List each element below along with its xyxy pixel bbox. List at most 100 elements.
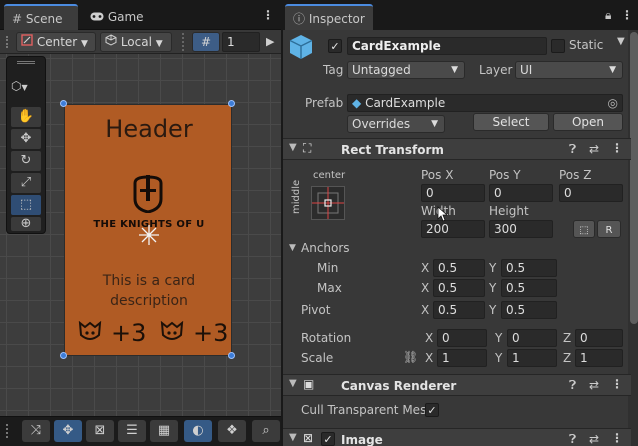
rotation-z-input[interactable]: 0 xyxy=(575,329,623,347)
static-label: Static xyxy=(569,38,604,52)
tab-scene[interactable]: # Scene xyxy=(4,4,78,30)
chevron-right-icon[interactable]: ▶ xyxy=(266,35,274,48)
collider-icon: ⊠ xyxy=(94,423,106,438)
pivot-x-input[interactable]: 0.5 xyxy=(433,301,485,319)
anchor-preset-button[interactable] xyxy=(311,186,345,220)
inspector-scrollbar[interactable] xyxy=(630,32,638,324)
pivot-y-input[interactable]: 0.5 xyxy=(501,301,557,319)
prefab-select-button[interactable]: Select xyxy=(473,113,549,131)
pivot-mode-dropdown[interactable]: Center ▼ xyxy=(16,32,96,52)
rotation-x-input[interactable]: 0 xyxy=(437,329,487,347)
prefab-asset-field[interactable]: ◆ CardExample ◎ xyxy=(347,94,623,112)
chevron-down-icon: ▼ xyxy=(451,65,458,75)
rect-transform-header[interactable]: ▼ ⛶ Rect Transform ❓︎ ⇄ ⋮ xyxy=(283,138,631,160)
anchor-min-y-input[interactable]: 0.5 xyxy=(501,259,557,277)
hand-tool-button[interactable]: ✋ xyxy=(11,107,41,127)
tab-inspector[interactable]: ⓘ Inspector xyxy=(285,4,373,30)
tab-inspector-label: Inspector xyxy=(308,12,365,26)
inspector-menu-icon[interactable]: ⋮ xyxy=(621,9,633,21)
pos-z-input[interactable]: 0 xyxy=(559,184,623,202)
constrain-link-icon[interactable]: ⛓︎ xyxy=(403,350,418,364)
move-handles-button[interactable]: ✥ xyxy=(54,420,82,442)
anchor-min-x-input[interactable]: 0.5 xyxy=(433,259,485,277)
static-checkbox[interactable] xyxy=(551,39,565,53)
scale-z-input[interactable]: 1 xyxy=(575,349,623,367)
drag-handle-icon[interactable] xyxy=(17,61,35,64)
preset-sliders-icon[interactable]: ⇄ xyxy=(589,378,599,392)
grid-snap-button[interactable]: # xyxy=(192,32,220,52)
component-menu-icon[interactable]: ⋮ xyxy=(611,377,623,391)
component-menu-icon[interactable]: ⋮ xyxy=(611,141,623,155)
scale-x-input[interactable]: 1 xyxy=(437,349,487,367)
transform-icon: ⊕ xyxy=(20,216,32,231)
tag-label: Tag xyxy=(323,63,344,77)
view-cube-dropdown[interactable]: ⬡▼ xyxy=(11,79,28,93)
axis-z-label: Z xyxy=(563,351,572,365)
rect-handle-top-right[interactable] xyxy=(228,100,235,107)
component-menu-icon[interactable]: ⋮ xyxy=(611,431,623,445)
rect-tool-button[interactable]: ⬚ xyxy=(11,195,41,215)
overrides-dropdown[interactable]: Overrides ▼ xyxy=(347,115,445,133)
anchor-max-x-input[interactable]: 0.5 xyxy=(433,279,485,297)
help-icon[interactable]: ❓︎ xyxy=(569,432,576,446)
drag-handle-icon[interactable] xyxy=(6,36,12,48)
image-component-header[interactable]: ▼ ⊠ ✓ Image ❓︎ ⇄ ⋮ xyxy=(283,428,631,446)
transform-tool-button[interactable]: ⊕ xyxy=(11,217,41,231)
object-name-input[interactable]: CardExample xyxy=(347,37,547,55)
canvas-renderer-icon: ▣ xyxy=(303,377,315,391)
scene-menu-icon[interactable]: ⋮ xyxy=(262,9,274,21)
align-tool-button[interactable]: ☰ xyxy=(118,420,146,442)
target-icon[interactable]: ◎ xyxy=(608,95,618,111)
width-input[interactable]: 200 xyxy=(421,220,485,238)
pos-y-input[interactable]: 0 xyxy=(489,184,553,202)
help-icon[interactable]: ❓︎ xyxy=(569,142,576,157)
shuffle-tool-button[interactable]: ⤨ xyxy=(22,420,50,442)
tag-dropdown[interactable]: Untagged ▼ xyxy=(347,61,465,79)
collider-tool-button[interactable]: ⊠ xyxy=(86,420,114,442)
drag-handle-icon[interactable] xyxy=(182,33,190,51)
prefab-open-button[interactable]: Open xyxy=(553,113,623,131)
prefab-select-label: Select xyxy=(492,115,530,129)
anchor-max-y-input[interactable]: 0.5 xyxy=(501,279,557,297)
rect-handle-bottom-right[interactable] xyxy=(228,352,235,359)
layer-dropdown[interactable]: UI ▼ xyxy=(515,61,623,79)
canvas-renderer-header[interactable]: ▼ ▣ Canvas Renderer ❓︎ ⇄ ⋮ xyxy=(283,374,631,396)
scale-y-value: 1 xyxy=(512,351,520,365)
layer-label: Layer xyxy=(479,63,513,77)
pivot-rotation-dropdown[interactable]: Local ▼ xyxy=(100,32,172,52)
preset-sliders-icon[interactable]: ⇄ xyxy=(589,432,599,446)
rotation-y-input[interactable]: 0 xyxy=(507,329,557,347)
shield-stat-icon xyxy=(159,320,185,346)
effects-tool-button[interactable]: ❖ xyxy=(218,420,246,442)
blueprint-mode-button[interactable]: ⬚ xyxy=(573,220,595,238)
image-component-title: Image xyxy=(341,433,383,446)
tab-game[interactable]: Game xyxy=(82,4,152,30)
rotate-tool-button[interactable]: ↻ xyxy=(11,151,41,171)
scale-y-input[interactable]: 1 xyxy=(507,349,557,367)
grid-size-input[interactable]: 1 xyxy=(222,32,260,52)
drag-handle-icon[interactable] xyxy=(6,424,12,438)
help-icon[interactable]: ❓︎ xyxy=(569,378,576,393)
chevron-down-icon[interactable]: ▼ xyxy=(617,36,625,47)
move-tool-button[interactable]: ✥ xyxy=(11,129,41,149)
sphere-tool-button[interactable]: ◐ xyxy=(184,420,212,442)
image-enabled-checkbox[interactable]: ✓ xyxy=(321,432,335,446)
raw-edit-button[interactable]: R xyxy=(597,220,621,238)
cull-transparent-mesh-checkbox[interactable]: ✓ xyxy=(425,403,439,417)
rect-handle-bottom-left[interactable] xyxy=(60,352,67,359)
rect-handle-top-left[interactable] xyxy=(60,100,67,107)
rotation-z-value: 0 xyxy=(580,331,588,345)
scale-tool-button[interactable]: ⤢ xyxy=(11,173,41,193)
active-checkbox[interactable]: ✓ xyxy=(328,39,342,53)
search-button[interactable]: ⌕ xyxy=(252,420,280,442)
search-icon: ⌕ xyxy=(262,423,270,438)
preset-sliders-icon[interactable]: ⇄ xyxy=(589,142,599,156)
chevron-down-icon[interactable]: ▼ xyxy=(289,243,296,253)
lock-icon[interactable]: 🔒︎ xyxy=(605,8,611,23)
cube-icon: ⬡ xyxy=(11,79,22,93)
card-object[interactable]: Header THE KNIGHTS OF U This is a card d… xyxy=(64,104,232,356)
pos-x-input[interactable]: 0 xyxy=(421,184,485,202)
height-input[interactable]: 300 xyxy=(489,220,553,238)
lighting-tool-button[interactable]: ▦ xyxy=(150,420,178,442)
hand-icon: ✋ xyxy=(17,109,35,124)
